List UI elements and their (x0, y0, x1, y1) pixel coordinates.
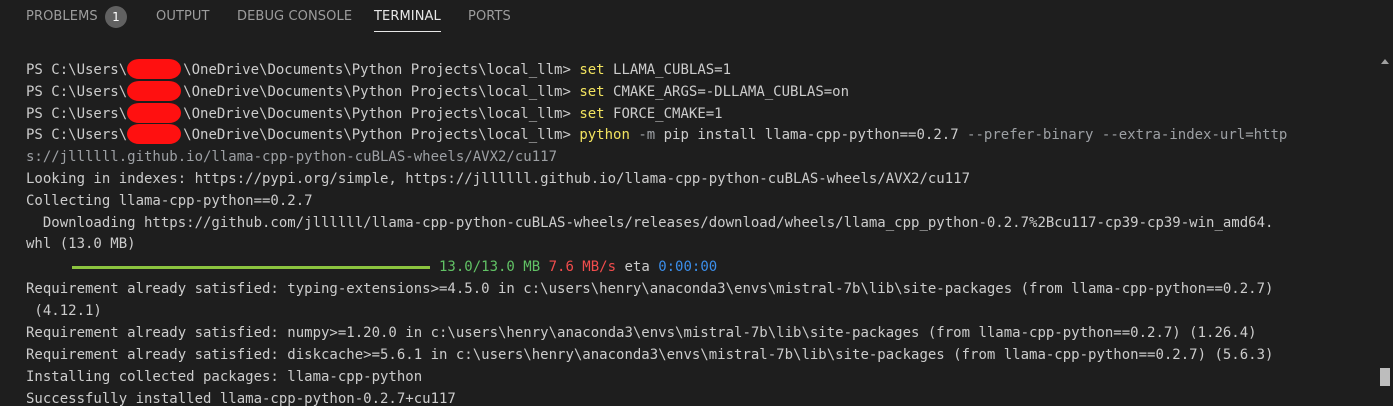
output-line: Collecting llama-cpp-python==0.2.7 (26, 193, 313, 209)
prompt-line: PS C:\Users\ \OneDrive\Documents\Python P… (26, 59, 731, 81)
terminal-output[interactable]: PS C:\Users\ \OneDrive\Documents\Python P… (0, 33, 1393, 406)
prompt-prefix: PS C:\Users\ (26, 62, 128, 78)
command-option: -m (629, 127, 656, 143)
redacted-username (127, 124, 182, 144)
command-args: FORCE_CMAKE=1 (604, 106, 723, 122)
prompt-suffix: \OneDrive\Documents\Python Projects\loca… (183, 62, 580, 78)
command-name: set (579, 84, 605, 100)
tab-terminal[interactable]: TERMINAL (374, 0, 441, 33)
output-line: (4.12.1) (26, 303, 102, 319)
prompt-prefix: PS C:\Users\ (26, 127, 128, 143)
download-progress-bar (72, 266, 430, 269)
command-name: set (579, 62, 605, 78)
command-args: pip install llama-cpp-python==0.2.7 (655, 127, 959, 143)
command-option: --prefer-binary --extra-index-url=http (958, 127, 1288, 143)
output-line: Requirement already satisfied: diskcache… (26, 347, 1274, 363)
prompt-line: PS C:\Users\ \OneDrive\Documents\Python P… (26, 103, 723, 125)
redacted-username (127, 59, 182, 79)
scrollbar-thumb[interactable] (1380, 368, 1390, 386)
prompt-suffix: \OneDrive\Documents\Python Projects\loca… (183, 127, 580, 143)
command-args: CMAKE_ARGS=-DLLAMA_CUBLAS=on (604, 84, 850, 100)
download-speed: 7.6 MB/s (548, 259, 617, 275)
download-size: 13.0/13.0 MB (439, 259, 541, 275)
tab-ports[interactable]: PORTS (468, 0, 511, 33)
redacted-username (127, 103, 182, 123)
command-name: set (579, 106, 605, 122)
tab-debug-console[interactable]: DEBUG CONSOLE (237, 0, 352, 33)
prompt-suffix: \OneDrive\Documents\Python Projects\loca… (183, 106, 580, 122)
panel-tab-bar: PROBLEMS 1 OUTPUT DEBUG CONSOLE TERMINAL… (0, 0, 1393, 33)
eta-label: eta (624, 259, 650, 275)
output-line: Looking in indexes: https://pypi.org/sim… (26, 171, 971, 187)
output-line: Downloading https://github.com/jllllll/l… (26, 215, 1274, 231)
prompt-suffix: \OneDrive\Documents\Python Projects\loca… (183, 84, 580, 100)
output-line: whl (13.0 MB) (26, 236, 136, 252)
tab-output[interactable]: OUTPUT (156, 0, 210, 33)
progress-stats: 13.0/13.0 MB 7.6 MB/s eta 0:00:00 (439, 256, 717, 278)
prompt-line: PS C:\Users\ \OneDrive\Documents\Python P… (26, 81, 849, 103)
eta-value: 0:00:00 (658, 259, 718, 275)
problems-count-badge: 1 (105, 6, 127, 28)
scroll-up-arrow-icon[interactable] (1381, 59, 1389, 64)
redacted-username (127, 81, 182, 101)
prompt-prefix: PS C:\Users\ (26, 84, 128, 100)
output-line: Installing collected packages: llama-cpp… (26, 369, 423, 385)
command-args: LLAMA_CUBLAS=1 (604, 62, 732, 78)
output-line: Requirement already satisfied: typing-ex… (26, 281, 1274, 297)
command-name: python (579, 127, 630, 143)
command-wrap-line: s://jllllll.github.io/llama-cpp-python-c… (26, 149, 558, 165)
download-progress-fill (72, 266, 430, 269)
prompt-prefix: PS C:\Users\ (26, 106, 128, 122)
output-line: Requirement already satisfied: numpy>=1.… (26, 325, 1257, 341)
prompt-line: PS C:\Users\ \OneDrive\Documents\Python P… (26, 124, 1287, 146)
tab-problems[interactable]: PROBLEMS (26, 0, 98, 33)
output-line: Successfully installed llama-cpp-python-… (26, 391, 456, 406)
